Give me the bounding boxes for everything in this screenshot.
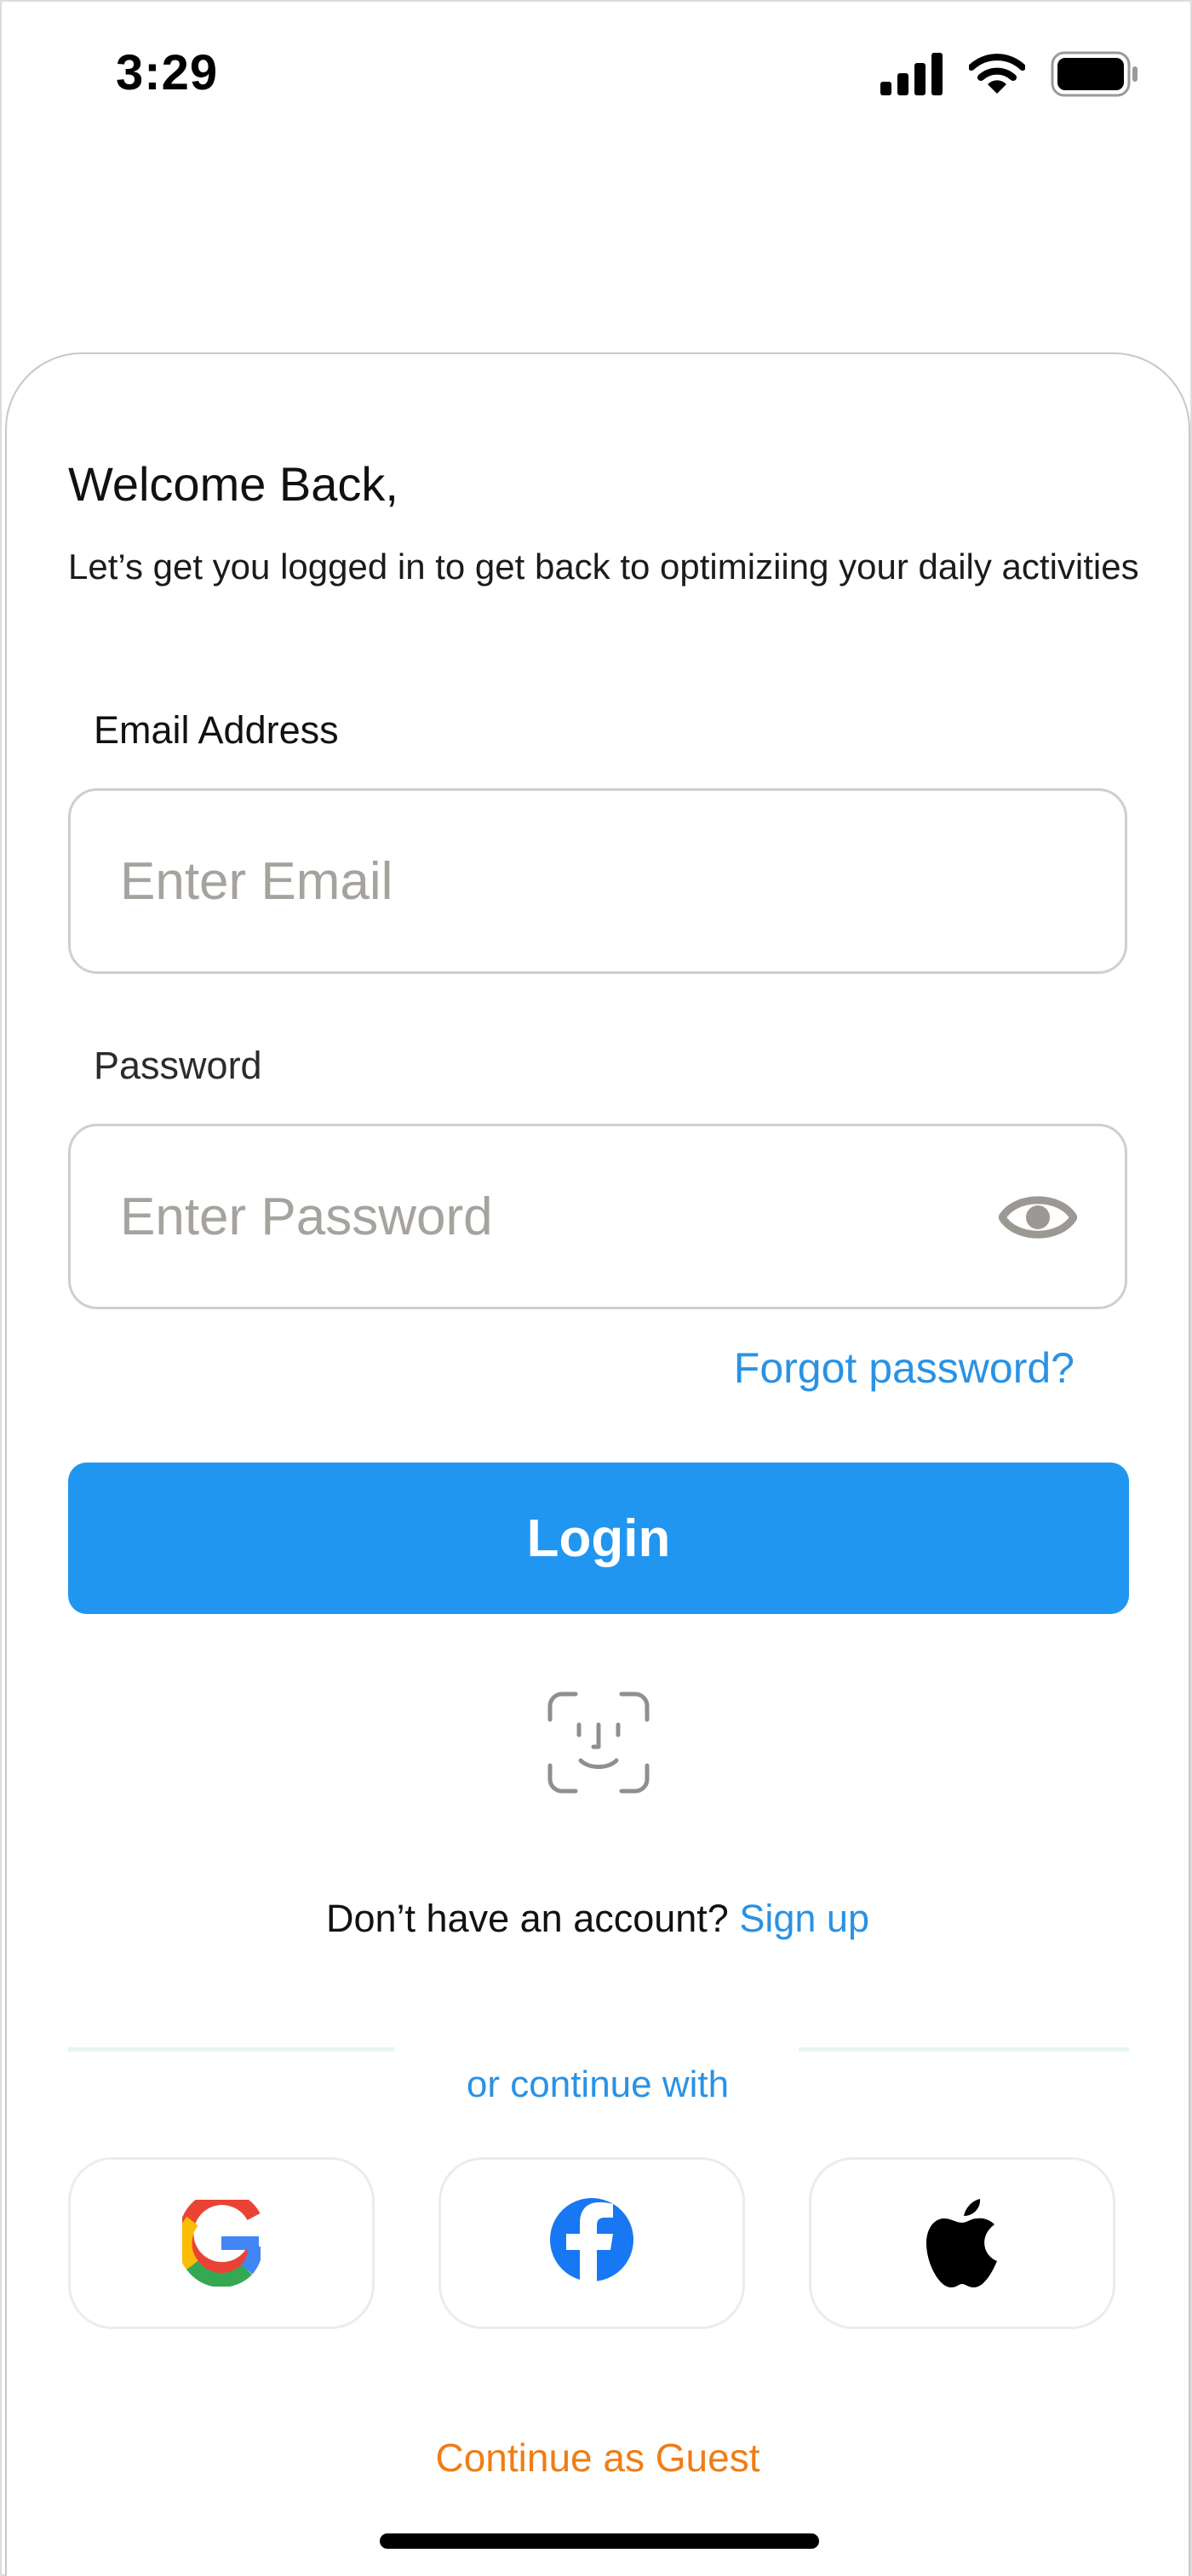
face-id-icon[interactable] — [547, 1691, 650, 1795]
forgot-password-link[interactable]: Forgot password? — [734, 1343, 1075, 1393]
app-screen: 3:29 Welcome Back, Let’s get you logged … — [0, 0, 1192, 2576]
google-button[interactable] — [68, 2157, 375, 2329]
continue-with-label: or continue with — [466, 2064, 730, 2105]
welcome-subtitle: Let’s get you logged in to get back to o… — [68, 547, 1139, 587]
eye-icon[interactable] — [999, 1188, 1077, 1247]
apple-button[interactable] — [809, 2157, 1115, 2329]
email-label: Email Address — [94, 708, 339, 752]
facebook-button[interactable] — [438, 2157, 745, 2329]
signup-link[interactable]: Sign up — [739, 1897, 869, 1940]
cellular-signal-icon — [880, 53, 943, 95]
status-time: 3:29 — [116, 45, 219, 100]
continue-as-guest-link[interactable]: Continue as Guest — [2, 2435, 1192, 2481]
welcome-title: Welcome Back, — [68, 457, 398, 511]
google-icon — [182, 2200, 261, 2287]
email-field[interactable] — [68, 788, 1127, 974]
signup-prompt: Don’t have an account? — [326, 1897, 729, 1940]
divider-left — [68, 2047, 395, 2052]
signup-row: Don’t have an account? Sign up — [2, 1897, 1192, 1941]
home-indicator — [380, 2533, 819, 2549]
password-input[interactable] — [120, 1126, 971, 1307]
facebook-icon — [550, 2198, 633, 2291]
apple-icon — [926, 2199, 997, 2287]
email-input[interactable] — [120, 791, 971, 971]
password-label: Password — [94, 1044, 262, 1087]
wifi-icon — [969, 54, 1025, 94]
divider-right — [799, 2047, 1129, 2052]
status-icons — [880, 51, 1139, 97]
password-field[interactable] — [68, 1124, 1127, 1309]
battery-icon — [1051, 51, 1138, 97]
login-button[interactable]: Login — [68, 1463, 1129, 1614]
